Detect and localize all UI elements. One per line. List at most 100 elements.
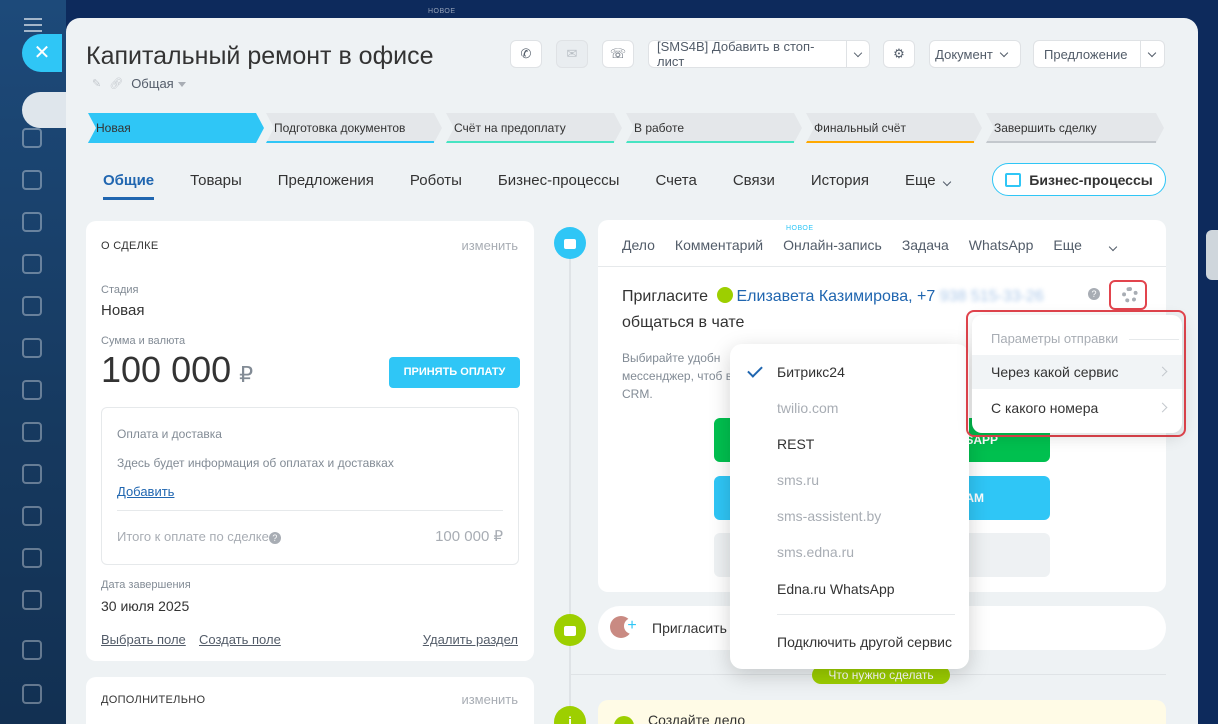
via-service-label: Через какой сервис [991, 364, 1119, 380]
email-button[interactable]: ✉ [556, 40, 588, 68]
service-option-rest[interactable]: REST [777, 436, 814, 452]
close-slider-button[interactable]: ✕ [22, 34, 62, 72]
sms-stoplist-button[interactable]: [SMS4B] Добавить в стоп-лист [648, 39, 870, 69]
divider [598, 266, 1166, 267]
send-settings-popup: Параметры отправки Через какой сервис С … [972, 315, 1182, 433]
todo-circle-icon[interactable] [614, 716, 634, 724]
stage-label: Счёт на предоплату [454, 121, 566, 135]
via-service-item[interactable]: Через какой сервис [972, 355, 1182, 389]
stage-new[interactable]: Новая [88, 113, 264, 143]
edit-link[interactable]: изменить [461, 692, 518, 707]
stage-color-bar [446, 141, 614, 143]
chat-bubble-icon [564, 238, 576, 249]
editor-tab-booking[interactable]: Онлайн-запись [783, 237, 882, 253]
tab-general[interactable]: Общие [103, 172, 155, 200]
document-icon[interactable] [22, 170, 42, 190]
mail-icon[interactable] [22, 464, 42, 484]
contacts-icon[interactable] [22, 338, 42, 358]
offer-button[interactable]: Предложение [1033, 40, 1165, 68]
payment-title: Оплата и доставка [117, 427, 222, 441]
tab-links[interactable]: Связи [733, 172, 775, 200]
sidebar-selected-item[interactable] [22, 92, 66, 128]
editor-tab-todo[interactable]: Задача [902, 237, 949, 253]
editor-tab-whatsapp[interactable]: WhatsApp [969, 237, 1034, 253]
help-icon[interactable]: ? [268, 531, 281, 544]
chevron-down-icon[interactable] [853, 48, 863, 57]
contact-selector[interactable]: Елизавета Казимирова, +7 938 515-33-26 [737, 288, 1044, 305]
tasks-icon[interactable] [22, 548, 42, 568]
create-field-link[interactable]: Создать поле [199, 632, 281, 647]
sites-icon[interactable] [22, 590, 42, 610]
total-label-text: Итого к оплате по сделке [117, 529, 269, 544]
tab-products[interactable]: Товары [190, 172, 242, 200]
stage-close[interactable]: Завершить сделку [986, 113, 1164, 143]
chat-bubble-icon [564, 625, 576, 636]
print-icon[interactable] [22, 684, 42, 704]
choose-field-link[interactable]: Выбрать поле [101, 632, 186, 647]
settings-icon[interactable] [22, 640, 42, 660]
link-icon[interactable]: 🔗︎ [109, 77, 123, 90]
tab-history[interactable]: История [811, 172, 869, 200]
call-button[interactable]: ✆ [510, 40, 542, 68]
contact-phone: 938 515-33-26 [939, 288, 1044, 305]
help-icon[interactable]: ? [1088, 288, 1100, 300]
funnel-icon[interactable] [22, 422, 42, 442]
total-value: 100 000 ₽ [435, 528, 503, 545]
calendar-icon[interactable] [22, 254, 42, 274]
stage-label: В работе [634, 121, 685, 135]
tab-more[interactable]: Еще [905, 172, 958, 200]
category-select[interactable]: Общая [131, 76, 186, 91]
checkmark-icon [747, 362, 763, 378]
service-dropdown: Битрикс24 twilio.com REST sms.ru sms-ass… [730, 344, 969, 669]
stage-inwork[interactable]: В работе [626, 113, 802, 143]
delete-section-link[interactable]: Удалить раздел [423, 632, 518, 647]
create-task-text: Создайте дело [648, 712, 746, 724]
service-option-edna-whatsapp[interactable]: Edna.ru WhatsApp [777, 581, 895, 597]
settings-button-highlight[interactable] [1109, 280, 1147, 310]
offer-label: Предложение [1044, 46, 1128, 62]
currency-symbol: ₽ [239, 362, 254, 387]
side-panel-tab[interactable] [1206, 230, 1218, 280]
connect-other-service[interactable]: Подключить другой сервис [777, 634, 952, 650]
editor-tab-more[interactable]: Еще [1053, 237, 1136, 253]
service-option-smsru[interactable]: sms.ru [777, 472, 819, 488]
contact-name: Елизавета Казимирова, +7 [736, 288, 936, 305]
tab-offers[interactable]: Предложения [278, 172, 374, 200]
chevron-down-icon[interactable] [1147, 48, 1156, 57]
add-payment-link[interactable]: Добавить [117, 484, 174, 499]
timeline-todo-dot: i [554, 706, 586, 724]
edit-pencil-icon[interactable]: ✎ [92, 77, 101, 90]
stage-prepay[interactable]: Счёт на предоплату [446, 113, 622, 143]
document-button[interactable]: Документ [929, 40, 1021, 68]
hexagon-icon[interactable] [22, 212, 42, 232]
from-number-item[interactable]: С какого номера [972, 391, 1182, 425]
tab-invoices[interactable]: Счета [655, 172, 696, 200]
users-icon[interactable] [22, 506, 42, 526]
editor-tab-comment[interactable]: Комментарий [675, 237, 763, 253]
sum-amount: 100 000 [101, 349, 232, 390]
service-option-edna[interactable]: sms.edna.ru [777, 544, 854, 560]
card-icon[interactable] [22, 380, 42, 400]
editor-tab-task[interactable]: Дело [622, 237, 655, 253]
file-icon[interactable] [22, 296, 42, 316]
app-sidebar [0, 0, 66, 724]
business-process-button[interactable]: Бизнес-процессы [992, 163, 1166, 196]
create-task-item[interactable]: Создайте дело [598, 700, 1166, 724]
stage-docs[interactable]: Подготовка документов [266, 113, 442, 143]
tab-robots[interactable]: Роботы [410, 172, 462, 200]
chevron-down-icon [999, 48, 1009, 57]
service-option-bitrix24[interactable]: Битрикс24 [777, 364, 845, 380]
service-option-sms-assistent[interactable]: sms-assistent.by [777, 508, 881, 524]
service-option-twilio[interactable]: twilio.com [777, 400, 838, 416]
accept-payment-button[interactable]: ПРИНЯТЬ ОПЛАТУ [389, 357, 520, 388]
stage-color-bar [986, 141, 1156, 143]
edit-link[interactable]: изменить [461, 238, 518, 253]
menu-icon[interactable] [24, 18, 42, 32]
gear-button[interactable]: ⚙ [883, 40, 915, 68]
chat-icon[interactable] [22, 128, 42, 148]
tab-bizproc[interactable]: Бизнес-процессы [498, 172, 620, 200]
button-divider [1139, 40, 1141, 68]
stage-final[interactable]: Финальный счёт [806, 113, 982, 143]
chat-button[interactable]: ☏ [602, 40, 634, 68]
gear-icon [1122, 287, 1138, 303]
